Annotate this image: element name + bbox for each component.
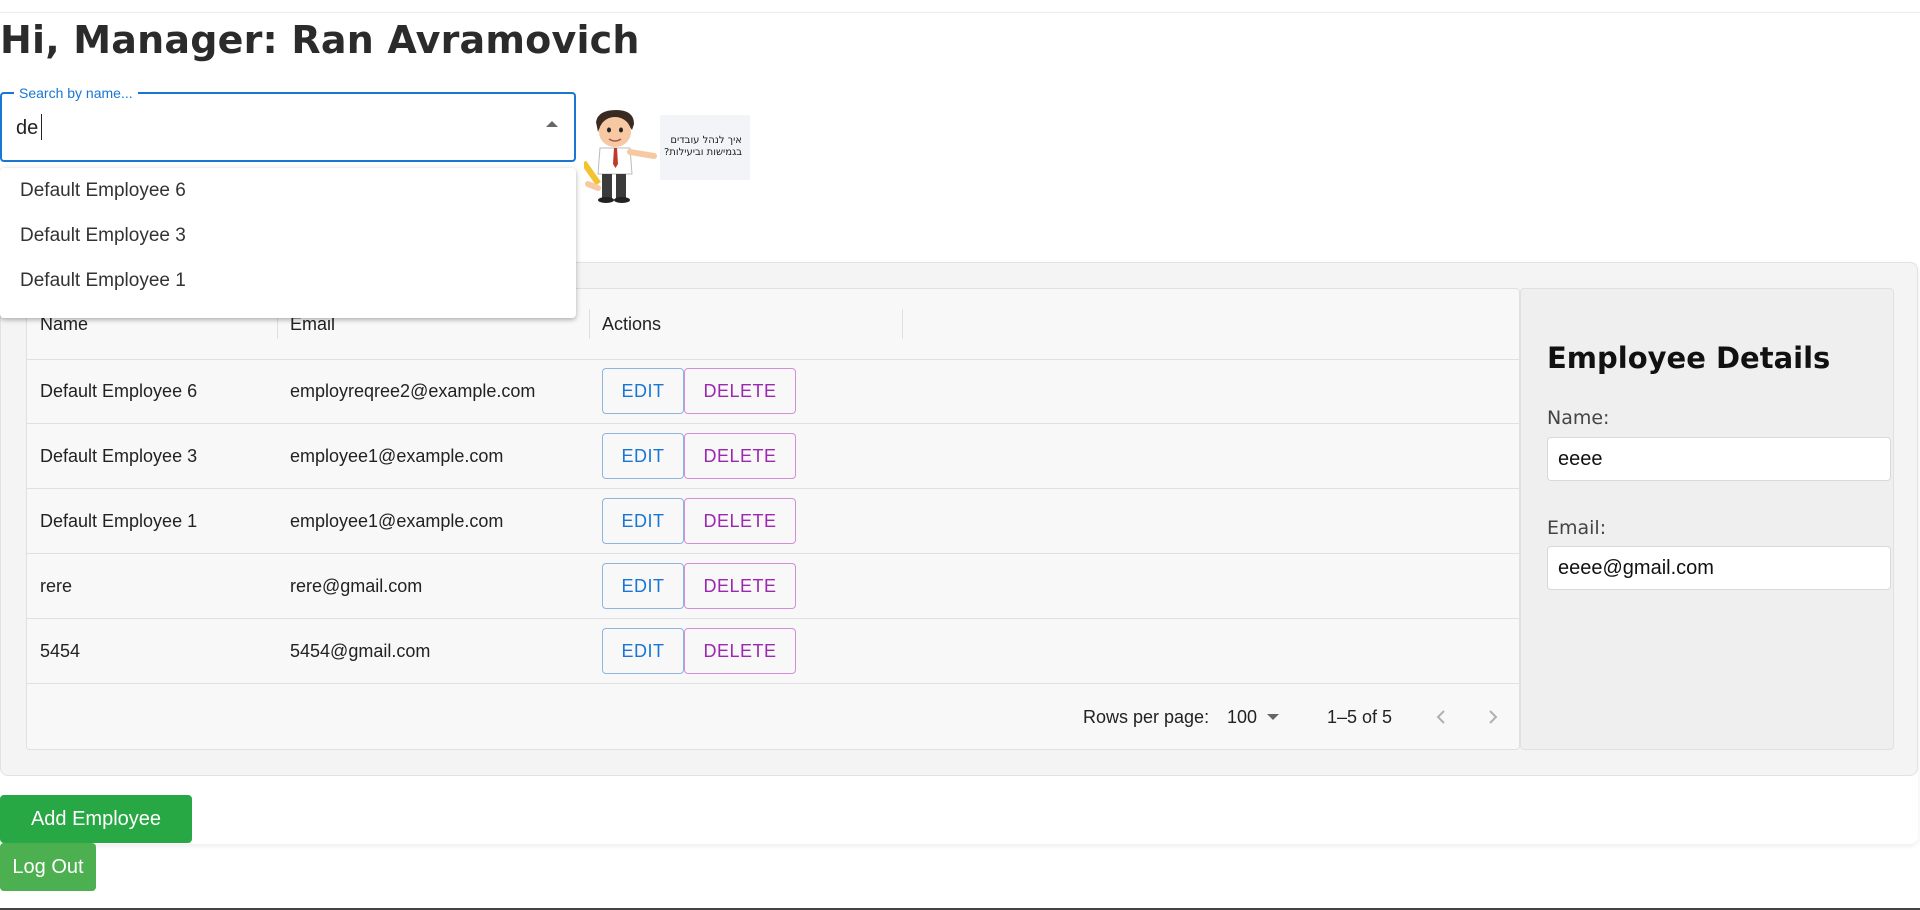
employee-details-panel: Employee Details Name: Email: <box>1520 288 1894 750</box>
search-field[interactable]: Search by name... <box>0 84 576 162</box>
rows-per-page-label: Rows per page: <box>1083 707 1210 727</box>
edit-button[interactable]: EDIT <box>602 433 684 479</box>
table-pagination: Rows per page: 100 1–5 of 5 <box>27 684 1519 749</box>
caret-up-icon[interactable] <box>546 121 558 127</box>
email-field[interactable] <box>1547 546 1891 590</box>
name-field[interactable] <box>1547 437 1891 481</box>
delete-button[interactable]: DELETE <box>684 628 796 674</box>
cell-email: rere@gmail.com <box>290 576 423 596</box>
cell-name: Default Employee 1 <box>40 511 198 531</box>
rows-per-page-select[interactable]: 100 <box>1227 684 1257 749</box>
pagination-range: 1–5 of 5 <box>1327 707 1393 727</box>
illustration-note: איך לנהל עובדים בגמישות וביעילות? <box>660 115 750 180</box>
employee-table: Name Email Actions Default Employee 6 em… <box>26 288 1520 750</box>
cell-email: 5454@gmail.com <box>290 641 431 661</box>
edit-button[interactable]: EDIT <box>602 498 684 544</box>
search-label: Search by name... <box>14 84 138 102</box>
delete-button[interactable]: DELETE <box>684 498 796 544</box>
name-label: Name: <box>1547 407 1610 429</box>
cell-name: Default Employee 6 <box>40 381 198 401</box>
edit-button[interactable]: EDIT <box>602 563 684 609</box>
delete-button[interactable]: DELETE <box>684 368 796 414</box>
logout-button[interactable]: Log Out <box>0 843 96 891</box>
edit-button[interactable]: EDIT <box>602 628 684 674</box>
cell-email: employreqree2@example.com <box>290 381 536 401</box>
table-row[interactable]: Default Employee 6 employreqree2@example… <box>27 359 1519 424</box>
page-title: Hi, Manager: Ran Avramovich <box>0 18 640 62</box>
add-employee-button[interactable]: Add Employee <box>0 795 192 843</box>
delete-button[interactable]: DELETE <box>684 563 796 609</box>
chevron-left-icon[interactable] <box>1433 708 1451 726</box>
table-row[interactable]: Default Employee 3 employee1@example.com… <box>27 424 1519 489</box>
search-input[interactable] <box>16 113 516 143</box>
column-separator <box>589 309 590 339</box>
dropdown-option[interactable]: Default Employee 6 <box>0 168 576 213</box>
chevron-right-icon[interactable] <box>1483 708 1501 726</box>
delete-button[interactable]: DELETE <box>684 433 796 479</box>
cell-email: employee1@example.com <box>290 511 504 531</box>
text-cursor <box>41 114 42 140</box>
edit-button[interactable]: EDIT <box>602 368 684 414</box>
email-label: Email: <box>1547 517 1607 539</box>
top-divider <box>0 12 1920 13</box>
cell-name: rere <box>40 576 73 596</box>
table-row[interactable]: rere rere@gmail.com EDIT DELETE <box>27 554 1519 619</box>
details-title: Employee Details <box>1547 341 1831 375</box>
table-row[interactable]: Default Employee 1 employee1@example.com… <box>27 489 1519 554</box>
caret-down-icon[interactable] <box>1267 714 1279 720</box>
cell-name: Default Employee 3 <box>40 446 198 466</box>
cell-name: 5454 <box>40 641 81 661</box>
column-separator <box>902 309 903 339</box>
search-dropdown: Default Employee 6 Default Employee 3 De… <box>0 168 576 318</box>
table-row[interactable]: 5454 5454@gmail.com EDIT DELETE <box>27 619 1519 684</box>
column-header-actions[interactable]: Actions <box>602 289 661 359</box>
dropdown-option[interactable]: Default Employee 1 <box>0 258 576 303</box>
cell-email: employee1@example.com <box>290 446 504 466</box>
dropdown-option[interactable]: Default Employee 3 <box>0 213 576 258</box>
